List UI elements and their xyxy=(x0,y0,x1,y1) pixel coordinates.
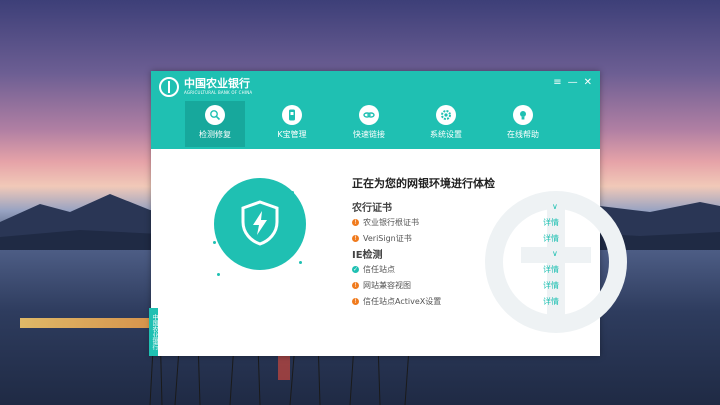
gear-icon xyxy=(436,105,456,125)
nav-item-system-settings[interactable]: 系统设置 xyxy=(416,101,476,147)
check-item-label: 信任站点ActiveX设置 xyxy=(363,296,442,306)
details-link[interactable]: 详情 xyxy=(543,296,559,307)
details-link[interactable]: 详情 xyxy=(543,217,559,228)
list-item: ! 信任站点ActiveX设置 xyxy=(352,295,441,307)
close-icon[interactable]: ✕ xyxy=(584,77,592,88)
nav-item-quick-links[interactable]: 快速链接 xyxy=(339,101,399,147)
check-icon: ✓ xyxy=(352,265,359,273)
main-nav: 检测修复 K宝管理 快速链接 系统设置 在线帮助 xyxy=(185,101,570,147)
chevron-down-icon[interactable]: ∨ xyxy=(552,249,558,258)
warning-icon: ! xyxy=(352,297,359,305)
side-tab[interactable]: 中国农业银行 xyxy=(149,308,158,356)
details-link[interactable]: 详情 xyxy=(543,233,559,244)
check-item-label: 信任站点 xyxy=(363,264,395,274)
logo-chinese-name: 中国农业银行 xyxy=(184,77,250,90)
check-title: 正在为您的网银环境进行体检 xyxy=(352,177,495,190)
nav-item-label: 快速链接 xyxy=(353,130,385,139)
warning-icon: ! xyxy=(352,218,359,226)
chevron-down-icon[interactable]: ∨ xyxy=(552,202,558,211)
abc-security-window: 中国农业银行 AGRICULTURAL BANK OF CHINA ≡ — ✕ … xyxy=(149,71,627,356)
usb-key-icon xyxy=(282,105,302,125)
abc-logo: 中国农业银行 AGRICULTURAL BANK OF CHINA xyxy=(159,77,252,97)
window-controls: ≡ — ✕ xyxy=(553,77,592,88)
link-icon xyxy=(359,105,379,125)
list-item: ! 农业银行根证书 xyxy=(352,216,419,228)
nav-item-label: 在线帮助 xyxy=(507,130,539,139)
abc-logo-icon xyxy=(159,77,179,97)
lightbulb-icon xyxy=(513,105,533,125)
minimize-icon[interactable]: — xyxy=(568,77,578,88)
nav-item-online-help[interactable]: 在线帮助 xyxy=(493,101,553,147)
shield-lightning-icon xyxy=(241,200,279,246)
search-shield-icon xyxy=(205,105,225,125)
list-item: ! VeriSign证书 xyxy=(352,232,412,244)
logo-english-name: AGRICULTURAL BANK OF CHINA xyxy=(184,90,253,95)
title-bar: 中国农业银行 AGRICULTURAL BANK OF CHINA ≡ — ✕ … xyxy=(151,71,600,149)
menu-icon[interactable]: ≡ xyxy=(553,77,561,88)
detect-panel: 正在为您的网银环境进行体检 农行证书 ∨ ! 农业银行根证书 详情 ! Veri… xyxy=(149,149,627,356)
section-title-ie-check: IE检测 xyxy=(352,250,383,261)
section-title-abc-certs: 农行证书 xyxy=(352,203,392,214)
details-link[interactable]: 详情 xyxy=(543,280,559,291)
check-item-label: 网站兼容视图 xyxy=(363,280,411,290)
list-item: ✓ 信任站点 xyxy=(352,263,395,275)
nav-item-label: 检测修复 xyxy=(199,130,231,139)
list-item: ! 网站兼容视图 xyxy=(352,279,411,291)
nav-item-label: 系统设置 xyxy=(430,130,462,139)
nav-item-kbao[interactable]: K宝管理 xyxy=(262,101,322,147)
nav-item-detect-repair[interactable]: 检测修复 xyxy=(185,101,245,147)
check-item-label: 农业银行根证书 xyxy=(363,217,419,227)
check-item-label: VeriSign证书 xyxy=(363,233,412,243)
warning-icon: ! xyxy=(352,234,359,242)
details-link[interactable]: 详情 xyxy=(543,264,559,275)
nav-item-label: K宝管理 xyxy=(277,130,307,139)
warning-icon: ! xyxy=(352,281,359,289)
